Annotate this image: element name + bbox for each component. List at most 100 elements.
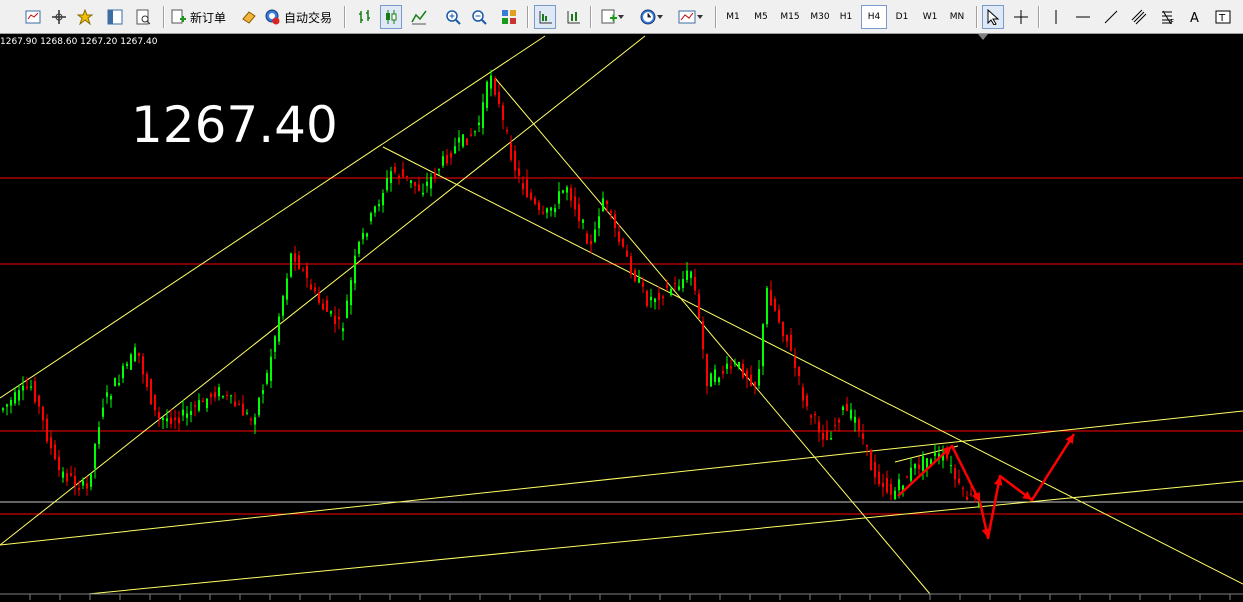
crosshair-move-icon[interactable] — [48, 5, 70, 29]
candle-body — [894, 490, 896, 500]
candle-body — [222, 396, 224, 398]
candle-body — [622, 238, 624, 247]
text-label-icon[interactable]: T — [1212, 5, 1234, 29]
text-tool-icon[interactable]: A — [1184, 5, 1206, 29]
candle-body — [650, 296, 652, 301]
candle-body — [950, 465, 952, 467]
candle-body — [646, 291, 648, 306]
templates-dropdown[interactable] — [674, 5, 708, 29]
candle-body — [38, 395, 40, 407]
indicators-dropdown[interactable] — [597, 5, 629, 29]
favorites-star-icon[interactable] — [74, 5, 96, 29]
candlestick-chart-icon[interactable] — [380, 5, 402, 29]
profiles-icon[interactable] — [22, 5, 44, 29]
line-chart-icon[interactable] — [408, 5, 430, 29]
timeframe-m5-button[interactable]: M5 — [748, 5, 774, 29]
timeframe-w1-button[interactable]: W1 — [917, 5, 943, 29]
chart-shift-marker[interactable] — [978, 34, 988, 40]
candle-body — [190, 410, 192, 416]
toolbar-separator — [163, 6, 165, 28]
candle-body — [710, 373, 712, 387]
candle-body — [290, 253, 292, 277]
candle-body — [690, 271, 692, 278]
candle-body — [298, 255, 300, 270]
bar-chart-icon[interactable] — [354, 5, 376, 29]
candle-body — [54, 444, 56, 460]
candle-body — [818, 421, 820, 433]
candle-body — [666, 285, 668, 288]
candle-body — [82, 480, 84, 486]
candle-body — [814, 413, 816, 416]
trendline — [382, 146, 1243, 585]
tile-windows-icon[interactable] — [498, 5, 520, 29]
candle-body — [702, 321, 704, 350]
crosshair-icon[interactable] — [1010, 5, 1032, 29]
candle-body — [74, 476, 76, 486]
candle-body — [686, 270, 688, 280]
vertical-line-icon[interactable] — [1045, 5, 1067, 29]
trendline — [494, 77, 931, 595]
navigator-window-icon[interactable] — [104, 5, 126, 29]
candle-body — [406, 175, 408, 177]
market-watch-diamond-icon[interactable] — [238, 5, 260, 29]
toolbar-separator — [590, 6, 592, 28]
zoom-in-icon[interactable] — [442, 5, 464, 29]
cursor-arrow-icon[interactable] — [982, 5, 1004, 29]
fibonacci-retracement-icon[interactable]: F — [1156, 5, 1178, 29]
trendline-icon[interactable] — [1100, 5, 1122, 29]
candle-body — [134, 347, 136, 362]
toolbar: 新订单 自动交易 M1 M5 M15 M30 H1 H4 D1 W1 MN F … — [0, 0, 1243, 34]
candle-body — [766, 287, 768, 325]
candle-body — [810, 415, 812, 418]
candle-body — [286, 278, 288, 300]
candle-body — [722, 371, 724, 374]
candle-body — [414, 181, 416, 187]
timeframe-m30-button[interactable]: M30 — [805, 5, 835, 29]
projection-path — [897, 433, 1076, 540]
candle-body — [718, 377, 720, 383]
auto-trading-button[interactable]: 自动交易 — [264, 5, 336, 29]
candle-body — [90, 473, 92, 487]
strategy-tester-icon[interactable] — [132, 5, 154, 29]
candle-body — [170, 417, 172, 425]
candle-body — [182, 409, 184, 416]
candle-body — [674, 282, 676, 284]
candle-body — [202, 400, 204, 403]
candle-body — [618, 231, 620, 242]
candle-body — [194, 405, 196, 407]
candle-body — [518, 168, 520, 176]
candle-body — [582, 219, 584, 223]
candle-body — [66, 473, 68, 482]
candle-body — [910, 467, 912, 481]
candle-body — [218, 387, 220, 397]
horizontal-line-icon[interactable] — [1072, 5, 1094, 29]
timeframe-m1-button[interactable]: M1 — [720, 5, 746, 29]
timeframe-m15-button[interactable]: M15 — [775, 5, 805, 29]
candle-body — [346, 300, 348, 318]
timeframe-h4-button[interactable]: H4 — [861, 5, 887, 29]
candle-body — [254, 417, 256, 425]
candle-body — [970, 493, 972, 495]
candle-body — [746, 370, 748, 379]
candle-body — [238, 404, 240, 406]
candle-body — [626, 250, 628, 257]
timeframe-mn-button[interactable]: MN — [944, 5, 970, 29]
candle-body — [386, 177, 388, 191]
auto-scroll-icon[interactable] — [562, 5, 584, 29]
candle-body — [402, 169, 404, 177]
candle-body — [466, 138, 468, 145]
candle-body — [830, 437, 832, 440]
timeframe-h1-button[interactable]: H1 — [833, 5, 859, 29]
timeframe-d1-button[interactable]: D1 — [889, 5, 915, 29]
periodicity-dropdown[interactable] — [636, 5, 668, 29]
toolbar-separator — [344, 6, 346, 28]
candle-body — [226, 394, 228, 396]
new-order-button[interactable]: 新订单 — [170, 5, 230, 29]
candle-body — [434, 173, 436, 177]
candle-body — [246, 412, 248, 414]
candle-body — [530, 192, 532, 200]
chart-shift-icon[interactable] — [534, 5, 556, 29]
zoom-out-icon[interactable] — [468, 5, 490, 29]
equidistant-channel-icon[interactable] — [1128, 5, 1150, 29]
candle-body — [514, 150, 516, 171]
